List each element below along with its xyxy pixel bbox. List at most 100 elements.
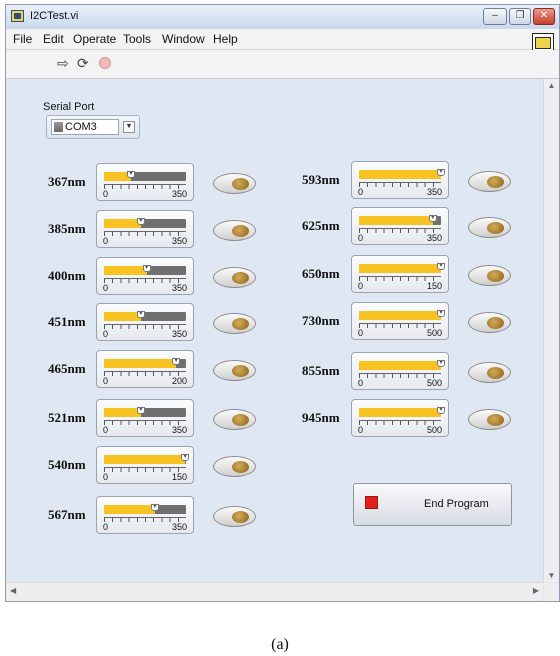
channel-toggle[interactable] [213, 360, 256, 381]
led-indicator-icon [232, 461, 249, 473]
scale-min: 0 [358, 425, 364, 435]
scale-max: 350 [426, 233, 442, 243]
channel-toggle[interactable] [213, 456, 256, 477]
scale-min: 0 [358, 328, 364, 338]
close-button[interactable]: ✕ [533, 8, 555, 25]
menu-operate[interactable]: Operate [73, 32, 116, 46]
channel-label: 367nm [48, 174, 86, 189]
channel-slider[interactable]: ▾ 0 350 [96, 303, 194, 341]
slider-fill [104, 312, 141, 321]
slider-track[interactable]: ▾ [104, 454, 190, 464]
scroll-down-icon[interactable]: ▼ [544, 571, 559, 580]
slider-track[interactable]: ▾ [359, 263, 445, 273]
led-indicator-icon [232, 225, 249, 237]
scroll-left-icon[interactable]: ◀ [10, 586, 16, 595]
scale-min: 0 [103, 283, 109, 293]
minimize-button[interactable]: – [483, 8, 507, 25]
channel-slider[interactable]: ▾ 0 350 [96, 210, 194, 248]
slider-pointer-icon[interactable]: ▾ [437, 263, 445, 270]
channel-slider[interactable]: ▾ 0 500 [351, 302, 449, 340]
resize-grip[interactable] [544, 583, 559, 601]
slider-pointer-icon[interactable]: ▾ [136, 407, 145, 414]
menu-help[interactable]: Help [213, 32, 238, 46]
slider-pointer-icon[interactable]: ▾ [136, 218, 145, 225]
slider-track[interactable]: ▾ [104, 171, 186, 181]
slider-pointer-icon[interactable]: ▾ [437, 407, 445, 414]
channel-slider[interactable]: ▾ 0 350 [351, 161, 449, 199]
channel-slider[interactable]: ▾ 0 350 [351, 207, 449, 245]
slider-track[interactable]: ▾ [359, 310, 445, 320]
scroll-right-icon[interactable]: ▶ [533, 586, 539, 595]
scroll-up-icon[interactable]: ▲ [544, 81, 559, 90]
slider-track[interactable]: ▾ [104, 311, 186, 321]
channel-toggle[interactable] [213, 506, 256, 527]
slider-pointer-icon[interactable]: ▾ [150, 504, 159, 511]
run-arrow-icon[interactable]: ⇨ [57, 56, 69, 70]
slider-pointer-icon[interactable]: ▾ [136, 311, 145, 318]
slider-pointer-icon[interactable]: ▾ [437, 169, 445, 176]
channel-toggle[interactable] [213, 173, 256, 194]
channel-slider[interactable]: ▾ 0 350 [96, 163, 194, 201]
slider-track[interactable]: ▾ [104, 265, 186, 275]
led-indicator-icon [232, 272, 249, 284]
channel-toggle[interactable] [468, 312, 511, 333]
led-indicator-icon [232, 178, 249, 190]
chevron-down-icon[interactable]: ▼ [123, 121, 135, 133]
channel-slider[interactable]: ▾ 0 200 [96, 350, 194, 388]
channel-toggle[interactable] [468, 171, 511, 192]
channel-slider[interactable]: ▾ 0 350 [96, 399, 194, 437]
slider-track[interactable]: ▾ [104, 407, 186, 417]
led-indicator-icon [487, 176, 504, 188]
channel-toggle[interactable] [468, 217, 511, 238]
vertical-scrollbar[interactable]: ▲ ▼ [543, 79, 559, 582]
channel-slider[interactable]: ▾ 0 500 [351, 399, 449, 437]
slider-pointer-icon[interactable]: ▾ [142, 265, 151, 272]
scale-min: 0 [358, 378, 364, 388]
slider-pointer-icon[interactable]: ▾ [437, 360, 445, 367]
slider-track[interactable]: ▾ [359, 169, 445, 179]
menu-edit[interactable]: Edit [43, 32, 64, 46]
channel-slider[interactable]: ▾ 0 150 [96, 446, 194, 484]
restore-button[interactable]: ❐ [509, 8, 531, 25]
end-program-button[interactable]: End Program [353, 483, 512, 526]
slider-pointer-icon[interactable]: ▾ [181, 454, 190, 461]
serial-port-control[interactable]: COM3 ▼ [46, 115, 140, 139]
channel-slider[interactable]: ▾ 0 150 [351, 255, 449, 293]
channel-toggle[interactable] [468, 409, 511, 430]
slider-track[interactable]: ▾ [104, 358, 186, 368]
labview-window: I2CTest.vi – ❐ ✕ File Edit Operate Tools… [5, 4, 560, 602]
stop-icon [365, 496, 378, 509]
run-continuously-icon[interactable]: ⟳ [77, 56, 89, 70]
channel-label: 625nm [302, 218, 340, 233]
menu-file[interactable]: File [13, 32, 32, 46]
abort-icon[interactable] [99, 57, 111, 69]
channel-toggle[interactable] [213, 409, 256, 430]
serial-port-field[interactable]: COM3 [51, 119, 119, 135]
channel-slider[interactable]: ▾ 0 350 [96, 257, 194, 295]
channel-toggle[interactable] [213, 267, 256, 288]
slider-track[interactable]: ▾ [359, 215, 441, 225]
channel-toggle[interactable] [468, 265, 511, 286]
slider-pointer-icon[interactable]: ▾ [127, 171, 136, 178]
toolbar: ⇨ ⟳ [6, 50, 559, 79]
channel-toggle[interactable] [213, 220, 256, 241]
led-indicator-icon [232, 511, 249, 523]
channel-toggle[interactable] [468, 362, 511, 383]
horizontal-scrollbar[interactable]: ◀ ▶ [6, 582, 543, 601]
channel-slider[interactable]: ▾ 0 500 [351, 352, 449, 390]
menu-tools[interactable]: Tools [123, 32, 151, 46]
slider-track[interactable]: ▾ [359, 407, 445, 417]
scale-max: 150 [426, 281, 442, 291]
scale-min: 0 [103, 329, 109, 339]
slider-track[interactable]: ▾ [359, 360, 445, 370]
slider-track[interactable]: ▾ [104, 218, 186, 228]
scale-max: 350 [171, 189, 187, 199]
channel-toggle[interactable] [213, 313, 256, 334]
slider-pointer-icon[interactable]: ▾ [437, 310, 445, 317]
channel-slider[interactable]: ▾ 0 350 [96, 496, 194, 534]
slider-fill [359, 361, 441, 370]
slider-pointer-icon[interactable]: ▾ [172, 358, 181, 365]
slider-pointer-icon[interactable]: ▾ [428, 215, 437, 222]
menu-window[interactable]: Window [162, 32, 205, 46]
slider-track[interactable]: ▾ [104, 504, 186, 514]
